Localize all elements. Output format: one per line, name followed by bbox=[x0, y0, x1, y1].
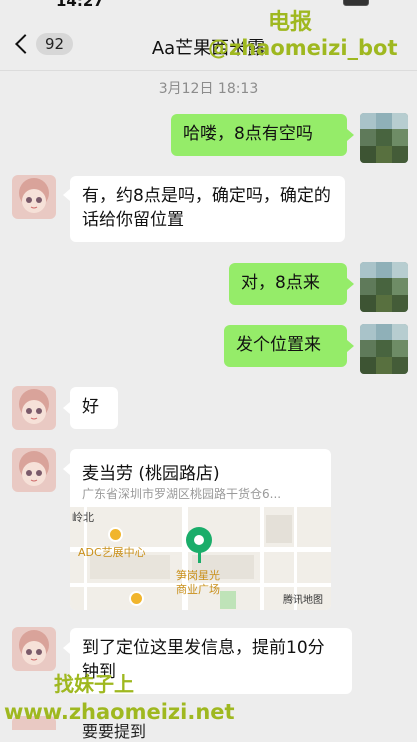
message-bubble[interactable]: 对，8点来 bbox=[229, 263, 347, 305]
location-address: 广东省深圳市罗湖区桃园路干货仓6... bbox=[82, 487, 282, 501]
bubble-tail bbox=[347, 278, 354, 290]
bubble-tail bbox=[63, 642, 70, 654]
map-preview[interactable]: 岭北 ADC艺展中心 笋岗星光 商业广场 腾讯地图 bbox=[70, 507, 331, 610]
watermark-title: 找妹子上 bbox=[54, 672, 134, 696]
bubble-tail bbox=[63, 463, 70, 475]
contact-avatar[interactable] bbox=[12, 448, 56, 492]
my-avatar[interactable] bbox=[360, 324, 408, 374]
contact-avatar[interactable] bbox=[12, 386, 56, 430]
map-label-north: 岭北 bbox=[72, 511, 94, 524]
bubble-tail bbox=[347, 340, 354, 352]
bubble-tail bbox=[347, 129, 354, 141]
watermark-handle: @zhaomeizi_bot bbox=[208, 36, 398, 60]
map-label-plaza: 商业广场 bbox=[176, 583, 220, 596]
message-bubble[interactable]: 发个位置来 bbox=[224, 325, 347, 367]
battery-icon bbox=[343, 0, 369, 6]
location-card[interactable]: 麦当劳 (桃园路店) 广东省深圳市罗湖区桃园路干货仓6... 岭北 ADC艺展中… bbox=[70, 449, 331, 610]
header-divider bbox=[0, 70, 417, 71]
contact-avatar[interactable] bbox=[12, 627, 56, 671]
location-pin-stem bbox=[198, 551, 201, 563]
my-avatar[interactable] bbox=[360, 262, 408, 312]
message-bubble[interactable]: 哈喽，8点有空吗 bbox=[171, 114, 347, 156]
map-label-adc: ADC艺展中心 bbox=[78, 546, 146, 559]
map-poi-icon bbox=[108, 527, 123, 542]
my-avatar[interactable] bbox=[360, 113, 408, 163]
contact-avatar[interactable] bbox=[12, 175, 56, 219]
bubble-tail bbox=[63, 402, 70, 414]
watermark-site: www.zhaomeizi.net bbox=[4, 700, 235, 724]
map-brand-label: 腾讯地图 bbox=[283, 595, 323, 606]
message-bubble[interactable]: 好 bbox=[70, 387, 118, 429]
bubble-tail bbox=[63, 189, 70, 201]
status-time: 14:27 bbox=[56, 0, 104, 10]
location-pin-icon bbox=[186, 527, 212, 553]
location-name: 麦当劳 (桃园路店) bbox=[82, 464, 220, 484]
message-bubble[interactable]: 有，约8点是吗，确定吗，确定的话给你留位置 bbox=[70, 176, 345, 242]
watermark-telegram: 电报 bbox=[268, 10, 313, 35]
message-timestamp: 3月12日 18:13 bbox=[158, 81, 259, 97]
map-poi-icon bbox=[129, 591, 144, 606]
